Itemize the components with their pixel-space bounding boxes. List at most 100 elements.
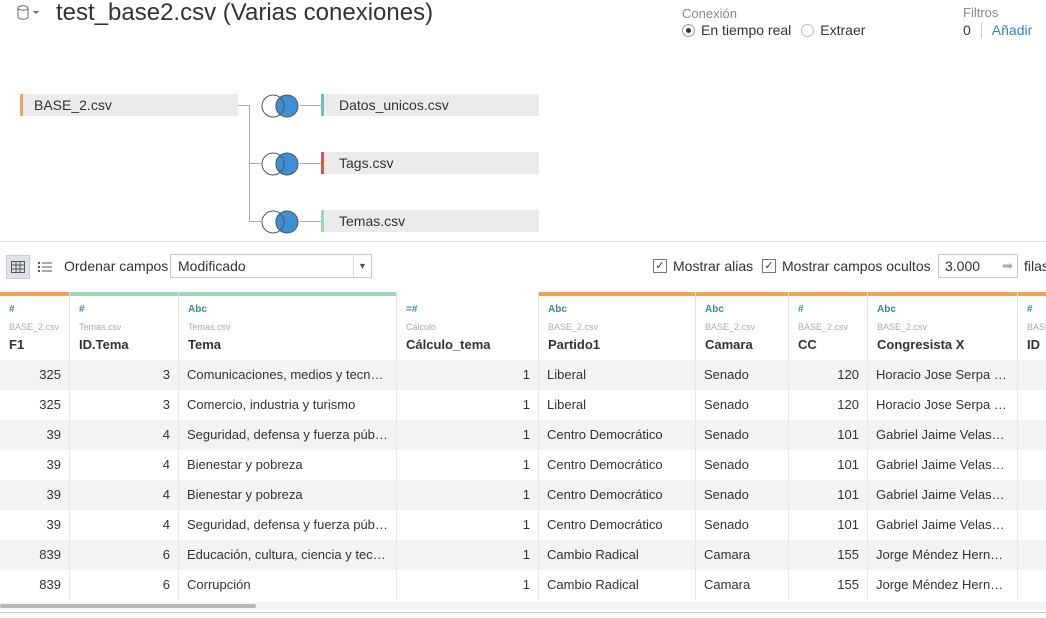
table-cell[interactable] bbox=[1018, 480, 1046, 510]
table-cell[interactable]: 4 bbox=[70, 420, 179, 450]
table-cell[interactable]: 1 bbox=[397, 540, 539, 570]
table-cell[interactable]: Educación, cultura, ciencia y tecn... bbox=[179, 540, 397, 570]
column-header[interactable]: Abc BASE_2.csv Congresista X bbox=[868, 292, 1018, 360]
column-name[interactable]: ID bbox=[1027, 337, 1040, 352]
table-cell[interactable]: 3 bbox=[70, 390, 179, 420]
field-type-icon[interactable]: Abc bbox=[188, 304, 207, 315]
table-cell[interactable]: 839 bbox=[0, 540, 70, 570]
table-cell[interactable]: 325 bbox=[0, 360, 70, 390]
show-alias-checkbox[interactable]: ✓ Mostrar alias bbox=[653, 258, 753, 274]
table-cell[interactable]: 6 bbox=[70, 540, 179, 570]
table-cell[interactable]: Cambio Radical bbox=[539, 570, 696, 600]
table-cell[interactable]: Jorge Méndez Hernán... bbox=[868, 570, 1018, 600]
table-cell[interactable]: 155 bbox=[789, 570, 868, 600]
arrow-right-icon[interactable]: ➡ bbox=[1002, 255, 1013, 277]
radio-unselected-icon[interactable] bbox=[801, 23, 815, 37]
column-header[interactable]: # BASE_2.csv ID bbox=[1018, 292, 1046, 360]
table-cell[interactable]: Senado bbox=[696, 450, 789, 480]
table-cell[interactable]: Seguridad, defensa y fuerza pública bbox=[179, 420, 397, 450]
table-cell[interactable]: Liberal bbox=[539, 360, 696, 390]
table-cell[interactable]: Corrupción bbox=[179, 570, 397, 600]
table-cell[interactable] bbox=[1018, 450, 1046, 480]
table-cell[interactable]: 39 bbox=[0, 450, 70, 480]
data-grid[interactable]: # BASE_2.csv F1 # Temas.csv ID.Tema Abc Temas.c… bbox=[0, 292, 1046, 600]
checkmark-icon[interactable]: ✓ bbox=[762, 259, 776, 273]
table-cell[interactable]: Senado bbox=[696, 390, 789, 420]
column-header[interactable]: Abc Temas.csv Tema bbox=[179, 292, 397, 360]
table-cell[interactable]: Comercio, industria y turismo bbox=[179, 390, 397, 420]
table-cell[interactable]: Horacio Jose Serpa M... bbox=[868, 360, 1018, 390]
connection-live-radio[interactable]: En tiempo real bbox=[682, 22, 791, 38]
add-filter-link[interactable]: Añadir bbox=[992, 22, 1032, 38]
table-cell[interactable]: 1 bbox=[397, 510, 539, 540]
field-type-icon[interactable]: =# bbox=[406, 304, 417, 315]
table-cell[interactable] bbox=[1018, 540, 1046, 570]
field-type-icon[interactable]: # bbox=[798, 304, 804, 315]
table-cell[interactable]: Liberal bbox=[539, 390, 696, 420]
table-cell[interactable]: 4 bbox=[70, 510, 179, 540]
table-cell[interactable]: Senado bbox=[696, 480, 789, 510]
list-view-button[interactable] bbox=[33, 255, 57, 279]
column-name[interactable]: ID.Tema bbox=[79, 337, 129, 352]
show-hidden-fields-checkbox[interactable]: ✓ Mostrar campos ocultos bbox=[762, 258, 931, 274]
table-cell[interactable]: Cambio Radical bbox=[539, 540, 696, 570]
table-cell[interactable]: 120 bbox=[789, 360, 868, 390]
table-cell[interactable] bbox=[1018, 360, 1046, 390]
table-cell[interactable]: Centro Democrático bbox=[539, 450, 696, 480]
chevron-down-icon[interactable]: ▼ bbox=[353, 255, 371, 277]
table-cell[interactable]: 39 bbox=[0, 480, 70, 510]
table-cell[interactable]: Senado bbox=[696, 360, 789, 390]
table-cell[interactable]: Seguridad, defensa y fuerza pública bbox=[179, 510, 397, 540]
table-row[interactable]: 325 3 Comercio, industria y turismo 1 Libera… bbox=[0, 390, 1046, 420]
primary-table[interactable]: BASE_2.csv bbox=[20, 94, 238, 116]
join-venn-icon[interactable] bbox=[260, 209, 300, 235]
join-canvas[interactable]: BASE_2.csv Datos_unicos.csv Tags.csv Tem… bbox=[0, 60, 1046, 240]
column-name[interactable]: Partido1 bbox=[548, 337, 600, 352]
table-cell[interactable]: 1 bbox=[397, 420, 539, 450]
table-cell[interactable]: Bienestar y pobreza bbox=[179, 450, 397, 480]
column-name[interactable]: F1 bbox=[9, 337, 24, 352]
database-icon[interactable] bbox=[16, 4, 44, 22]
table-row[interactable]: 39 4 Seguridad, defensa y fuerza pública 1 C… bbox=[0, 420, 1046, 450]
table-cell[interactable]: 4 bbox=[70, 480, 179, 510]
table-cell[interactable]: Senado bbox=[696, 420, 789, 450]
table-cell[interactable]: 120 bbox=[789, 390, 868, 420]
table-cell[interactable]: 101 bbox=[789, 480, 868, 510]
column-name[interactable]: Cálculo_tema bbox=[406, 337, 491, 352]
table-cell[interactable]: 4 bbox=[70, 450, 179, 480]
column-header[interactable]: # BASE_2.csv CC bbox=[789, 292, 868, 360]
field-type-icon[interactable]: # bbox=[79, 304, 85, 315]
table-cell[interactable]: Gabriel Jaime Velasco... bbox=[868, 450, 1018, 480]
table-cell[interactable]: 3 bbox=[70, 360, 179, 390]
field-type-icon[interactable]: # bbox=[9, 304, 15, 315]
table-cell[interactable]: Comunicaciones, medios y tecnolo... bbox=[179, 360, 397, 390]
table-cell[interactable]: Horacio Jose Serpa M... bbox=[868, 390, 1018, 420]
table-cell[interactable]: 39 bbox=[0, 420, 70, 450]
column-header[interactable]: # Temas.csv ID.Tema bbox=[70, 292, 179, 360]
table-cell[interactable]: 101 bbox=[789, 510, 868, 540]
table-cell[interactable]: 1 bbox=[397, 480, 539, 510]
sort-fields-select[interactable]: Modificado ▼ bbox=[170, 254, 372, 278]
table-cell[interactable]: 1 bbox=[397, 390, 539, 420]
table-cell[interactable] bbox=[1018, 510, 1046, 540]
table-cell[interactable]: Jorge Méndez Hernán... bbox=[868, 540, 1018, 570]
table-cell[interactable]: Gabriel Jaime Velasco... bbox=[868, 510, 1018, 540]
column-header[interactable]: =# Cálculo Cálculo_tema bbox=[397, 292, 539, 360]
table-cell[interactable]: Camara bbox=[696, 570, 789, 600]
join-venn-icon[interactable] bbox=[260, 93, 300, 119]
joined-table-datos-unicos[interactable]: Datos_unicos.csv bbox=[321, 94, 539, 116]
table-row[interactable]: 839 6 Corrupción 1 Cambio Radical Camara 155 Jo… bbox=[0, 570, 1046, 600]
table-cell[interactable]: 6 bbox=[70, 570, 179, 600]
rows-count-input[interactable]: 3.000 ➡ bbox=[938, 254, 1018, 278]
table-row[interactable]: 325 3 Comunicaciones, medios y tecnolo... 1… bbox=[0, 360, 1046, 390]
grid-view-button[interactable] bbox=[6, 255, 30, 279]
table-cell[interactable]: Camara bbox=[696, 540, 789, 570]
scrollbar-thumb[interactable] bbox=[0, 604, 256, 608]
field-type-icon[interactable]: Abc bbox=[548, 304, 567, 315]
pane-divider[interactable] bbox=[0, 241, 1046, 242]
table-row[interactable]: 39 4 Seguridad, defensa y fuerza pública 1 C… bbox=[0, 510, 1046, 540]
table-row[interactable]: 839 6 Educación, cultura, ciencia y tecn..… bbox=[0, 540, 1046, 570]
table-cell[interactable]: Centro Democrático bbox=[539, 510, 696, 540]
checkmark-icon[interactable]: ✓ bbox=[653, 259, 667, 273]
joined-table-tags[interactable]: Tags.csv bbox=[321, 152, 539, 174]
